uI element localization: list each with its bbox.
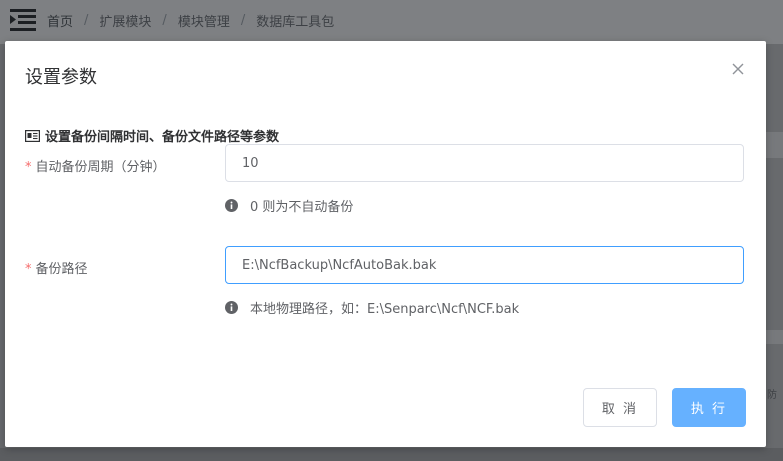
breadcrumb-separator: / — [84, 13, 89, 28]
required-mark: * — [25, 262, 32, 277]
breadcrumb-module-management[interactable]: 模块管理 — [178, 11, 230, 30]
background-strip — [765, 330, 783, 344]
breadcrumb-current: 数据库工具包 — [256, 15, 335, 30]
breadcrumb-separator: / — [240, 13, 246, 28]
backup-path-label-text: 备份路径 — [35, 262, 88, 277]
section-title-text: 设置备份间隔时间、备份文件路径等参数 — [45, 130, 280, 145]
settings-dialog: 设置参数 设置备份间隔时间、备份文件路径等参数 *自动备份周期（分钟） 0 则为… — [5, 41, 766, 447]
backup-path-input[interactable] — [225, 246, 744, 284]
execute-button[interactable]: 执 行 — [672, 388, 746, 427]
info-circle-icon — [225, 301, 238, 314]
backup-period-label: * 自动备份周期（分钟） — [25, 156, 166, 175]
background-bottom — [0, 448, 783, 461]
background-partial-text: 防 — [767, 390, 777, 401]
backup-path-hint-text: 本地物理路径，如：E:\Senparc\Ncf\NCF.bak — [250, 302, 520, 317]
close-icon[interactable] — [730, 61, 746, 77]
breadcrumb-extensions[interactable]: 扩展模块 — [99, 11, 151, 30]
backup-path-hint: 本地物理路径，如：E:\Senparc\Ncf\NCF.bak — [225, 298, 519, 317]
section-title: 设置备份间隔时间、备份文件路径等参数 — [25, 126, 279, 145]
top-bar: 首页 / 扩展模块 / 模块管理 / 数据库工具包 — [0, 0, 783, 44]
breadcrumb-separator: / — [162, 13, 167, 28]
menu-fold-icon[interactable] — [10, 9, 36, 31]
breadcrumb: 首页 / 扩展模块 / 模块管理 / 数据库工具包 — [47, 11, 334, 30]
backup-period-hint-text: 0 则为不自动备份 — [250, 200, 354, 215]
backup-period-label-text: 自动备份周期（分钟） — [35, 160, 166, 175]
required-mark: * — [25, 160, 32, 175]
breadcrumb-home[interactable]: 首页 — [47, 11, 73, 30]
cancel-button[interactable]: 取 消 — [583, 388, 657, 427]
backup-period-input[interactable] — [225, 144, 744, 182]
backup-path-label: * 备份路径 — [25, 258, 88, 277]
dialog-title: 设置参数 — [25, 67, 97, 88]
backup-period-hint: 0 则为不自动备份 — [225, 196, 353, 215]
id-card-icon — [25, 129, 40, 142]
info-circle-icon — [225, 199, 238, 212]
background-strip — [765, 132, 783, 158]
